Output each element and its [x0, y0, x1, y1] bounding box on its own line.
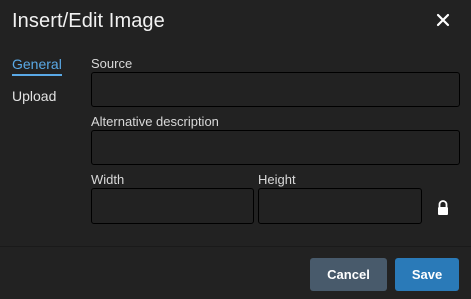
height-input[interactable] [258, 188, 422, 224]
tab-upload[interactable]: Upload [12, 88, 62, 104]
lock-icon [438, 200, 448, 215]
source-input[interactable] [91, 72, 460, 107]
close-icon [436, 13, 450, 27]
source-label: Source [91, 56, 133, 71]
save-button[interactable]: Save [395, 258, 459, 291]
width-label: Width [91, 172, 125, 187]
dialog-title: Insert/Edit Image [12, 10, 165, 32]
width-input[interactable] [91, 188, 254, 224]
cancel-button[interactable]: Cancel [310, 258, 387, 291]
close-button[interactable] [431, 8, 455, 32]
height-label: Height [258, 172, 296, 187]
constrain-proportions-toggle[interactable] [436, 200, 450, 216]
alt-description-input[interactable] [91, 130, 460, 165]
dialog-tabs: General Upload [12, 56, 62, 104]
footer-divider [0, 246, 471, 247]
insert-edit-image-dialog: Insert/Edit Image General Upload Source … [0, 0, 471, 299]
alt-description-label: Alternative description [91, 114, 219, 129]
tab-general[interactable]: General [12, 56, 62, 76]
